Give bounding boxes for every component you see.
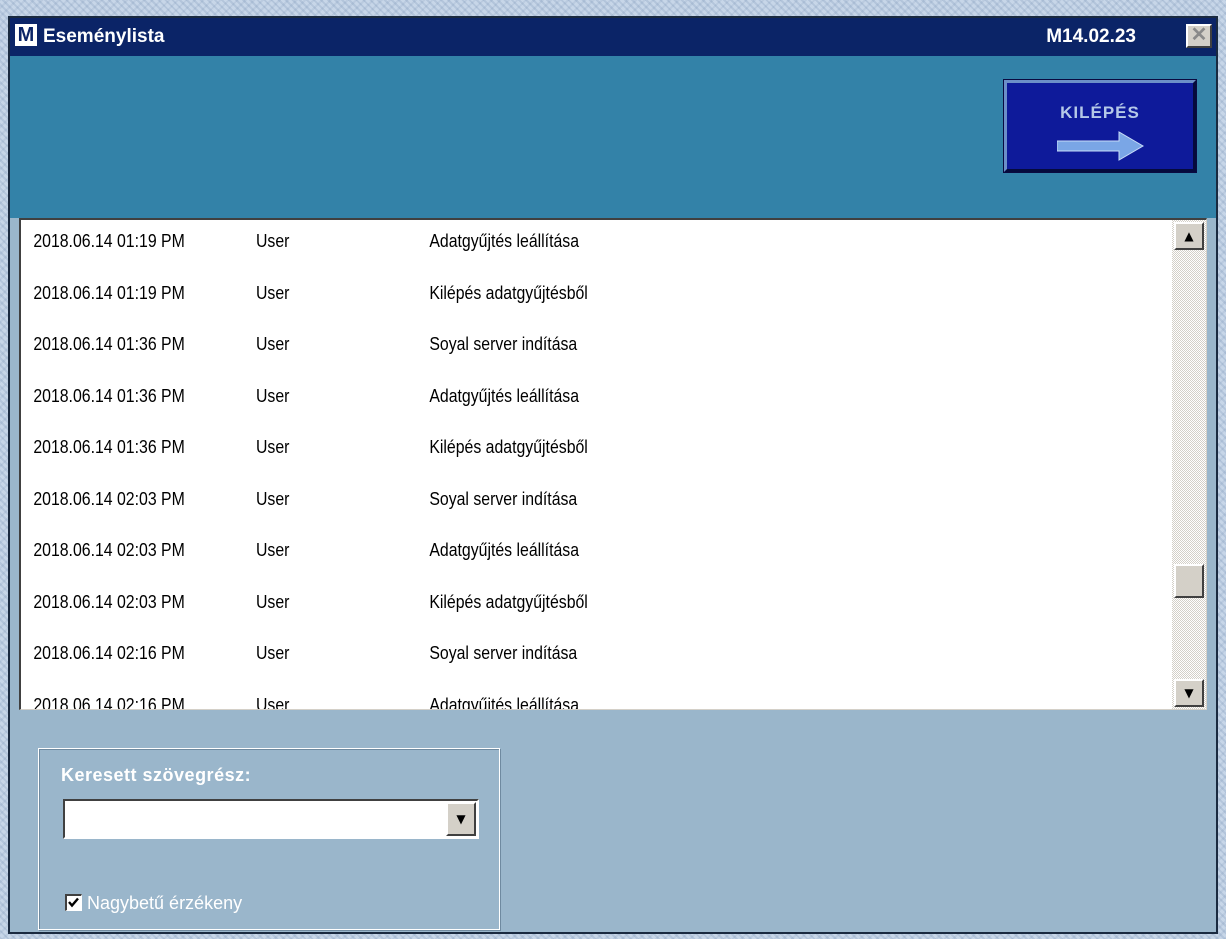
event-description: Adatgyűjtés leállítása xyxy=(429,694,580,710)
scroll-down-button[interactable]: ▼ xyxy=(1174,679,1204,707)
event-user: User xyxy=(255,385,290,406)
event-user: User xyxy=(255,334,290,354)
list-item[interactable]: 2018.06.14 01:19 PM User Adatgyűjtés leáll… xyxy=(21,226,1034,256)
search-input[interactable] xyxy=(65,801,437,837)
event-description: Adatgyűjtés leállítása xyxy=(429,231,580,251)
list-item[interactable]: 2018.06.14 01:36 PM User Adatgyűjtés leáll… xyxy=(21,381,1034,411)
search-combobox[interactable]: ▼ xyxy=(63,799,479,839)
app-logo-icon: M xyxy=(15,24,37,46)
list-item[interactable]: 2018.06.14 02:03 PM User Adatgyűjtés leáll… xyxy=(21,535,1034,565)
exit-button[interactable]: KILÉPÉS xyxy=(1004,80,1196,172)
list-item[interactable]: 2018.06.14 02:03 PM User Soyal server indí… xyxy=(21,484,1034,514)
scrollbar-thumb[interactable] xyxy=(1174,564,1204,598)
event-datetime: 2018.06.14 02:03 PM xyxy=(33,540,185,560)
event-description: Kilépés adatgyűjtésből xyxy=(429,282,588,303)
event-description: Adatgyűjtés leállítása xyxy=(429,385,580,406)
event-datetime: 2018.06.14 01:19 PM xyxy=(33,231,185,251)
list-item[interactable]: 2018.06.14 02:16 PM User Adatgyűjtés leáll… xyxy=(21,690,1034,710)
header-panel: KILÉPÉS xyxy=(10,56,1216,218)
event-datetime: 2018.06.14 02:16 PM xyxy=(33,694,185,710)
dropdown-button[interactable]: ▼ xyxy=(446,802,476,836)
event-user: User xyxy=(255,437,290,457)
event-description: Kilépés adatgyűjtésből xyxy=(429,437,588,457)
close-button[interactable]: ✕ xyxy=(1186,24,1212,48)
search-label: Keresett szövegrész: xyxy=(61,765,252,785)
event-datetime: 2018.06.14 02:03 PM xyxy=(33,488,185,509)
event-datetime: 2018.06.14 01:36 PM xyxy=(33,385,185,406)
event-user: User xyxy=(255,540,290,560)
event-datetime: 2018.06.14 02:03 PM xyxy=(33,591,185,612)
event-description: Soyal server indítása xyxy=(429,334,578,354)
scroll-down-icon: ▼ xyxy=(1184,686,1194,700)
checkmark-icon xyxy=(68,897,79,908)
list-item[interactable]: 2018.06.14 01:19 PM User Kilépés adatgyűjt… xyxy=(21,278,1034,308)
arrow-right-icon xyxy=(1057,131,1144,161)
list-item[interactable]: 2018.06.14 01:36 PM User Soyal server indí… xyxy=(21,329,1034,359)
event-description: Adatgyűjtés leállítása xyxy=(429,540,580,560)
event-description: Soyal server indítása xyxy=(429,643,578,663)
list-item[interactable]: 2018.06.14 01:36 PM User Kilépés adatgyűjt… xyxy=(21,432,1034,462)
event-datetime: 2018.06.14 01:36 PM xyxy=(33,437,185,457)
title-bar[interactable]: M Eseménylista M14.02.23 ✕ xyxy=(10,18,1216,56)
window-title: Eseménylista xyxy=(43,26,165,47)
search-group: Keresett szövegrész: ▼ Nagybetű érzékeny xyxy=(38,748,500,930)
event-rows: 2018.06.14 01:19 PM User Adatgyűjtés leáll… xyxy=(21,220,1172,709)
exit-button-label: KILÉPÉS xyxy=(1060,103,1140,122)
event-user: User xyxy=(255,591,290,612)
vertical-scrollbar[interactable]: ▲ ▼ xyxy=(1172,220,1206,709)
event-user: User xyxy=(255,231,290,251)
event-datetime: 2018.06.14 01:19 PM xyxy=(33,282,185,303)
chevron-down-icon: ▼ xyxy=(456,812,466,826)
case-sensitive-label: Nagybetű érzékeny xyxy=(87,893,243,913)
list-item[interactable]: 2018.06.14 02:16 PM User Soyal server indí… xyxy=(21,638,1034,668)
scroll-up-button[interactable]: ▲ xyxy=(1174,222,1204,250)
event-description: Soyal server indítása xyxy=(429,488,578,509)
event-user: User xyxy=(255,488,290,509)
list-item[interactable]: 2018.06.14 02:03 PM User Kilépés adatgyűjt… xyxy=(21,587,1034,617)
event-list[interactable]: 2018.06.14 01:19 PM User Adatgyűjtés leáll… xyxy=(19,218,1207,710)
event-datetime: 2018.06.14 01:36 PM xyxy=(33,334,185,354)
event-user: User xyxy=(255,694,290,710)
close-icon: ✕ xyxy=(1190,24,1208,46)
event-user: User xyxy=(255,643,290,663)
event-user: User xyxy=(255,282,290,303)
event-description: Kilépés adatgyűjtésből xyxy=(429,591,588,612)
event-datetime: 2018.06.14 02:16 PM xyxy=(33,643,185,663)
scroll-up-icon: ▲ xyxy=(1184,229,1194,243)
case-sensitive-checkbox[interactable] xyxy=(65,894,82,911)
event-list-window: M Eseménylista M14.02.23 ✕ KILÉPÉS 2018.… xyxy=(8,16,1218,934)
version-label: M14.02.23 xyxy=(1046,26,1136,47)
